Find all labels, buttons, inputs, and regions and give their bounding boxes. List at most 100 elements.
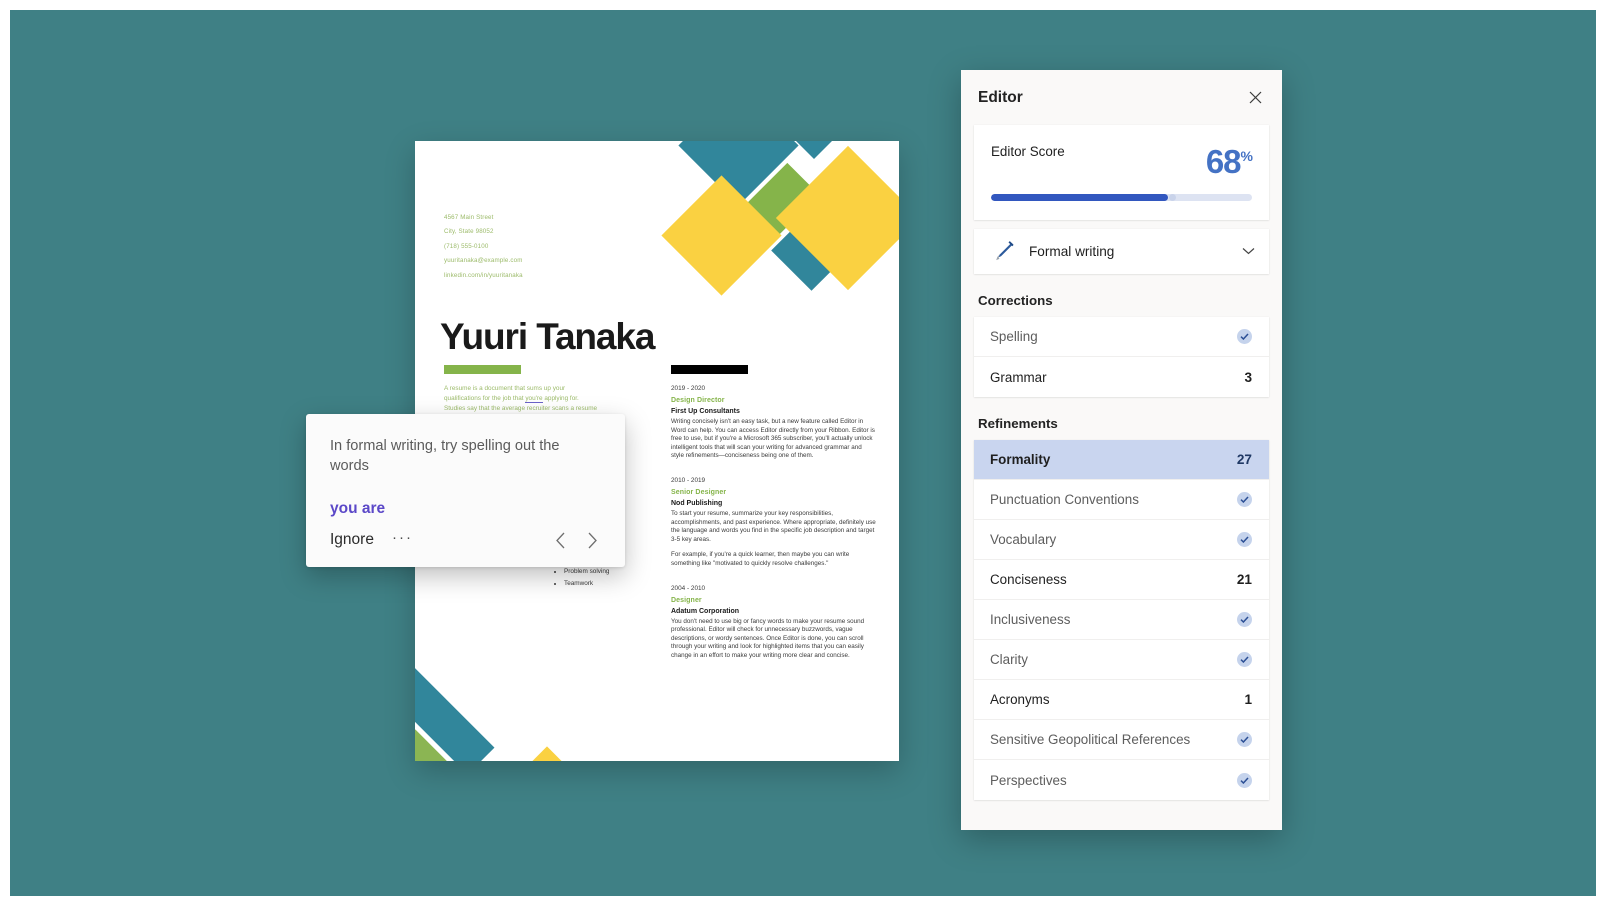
suggestion-card[interactable]: In formal writing, try spelling out the … xyxy=(306,414,625,567)
row-count: 27 xyxy=(1236,452,1252,467)
editor-header: Editor xyxy=(961,70,1282,125)
job-title: Senior Designer xyxy=(671,488,727,496)
refinement-row-punctuation-conventions[interactable]: Punctuation Conventions xyxy=(974,480,1269,520)
score-row: Editor Score 68% xyxy=(991,141,1253,180)
score-label: Editor Score xyxy=(991,144,1065,159)
job-body: To start your resume, summarize your key… xyxy=(671,510,876,569)
contact-line: 4567 Main Street xyxy=(444,214,494,221)
refinement-row-vocabulary[interactable]: Vocabulary xyxy=(974,520,1269,560)
job-company: First Up Consultants xyxy=(671,408,740,415)
list-item: Teamwork xyxy=(564,578,675,590)
summary-line-1: A resume is a document that sums up your xyxy=(444,385,566,392)
summary-line-2a: qualifications for the job that xyxy=(444,395,526,403)
summary-flagged-word[interactable]: you're xyxy=(525,395,543,404)
writing-style-selector[interactable]: Formal writing xyxy=(974,229,1269,274)
refinement-row-perspectives[interactable]: Perspectives xyxy=(974,760,1269,800)
refinement-row-conciseness[interactable]: Conciseness 21 xyxy=(974,560,1269,600)
job-title: Designer xyxy=(671,596,702,604)
contact-line: yuuritanaka@example.com xyxy=(444,257,523,265)
check-icon xyxy=(1237,329,1252,344)
correction-row-grammar[interactable]: Grammar 3 xyxy=(974,357,1269,397)
job-paragraph: Writing concisely isn't an easy task, bu… xyxy=(671,418,875,460)
resume-summary: A resume is a document that sums up your… xyxy=(444,384,649,414)
job-company: Adatum Corporation xyxy=(671,607,740,615)
list-item: Problem solving xyxy=(564,566,675,578)
job-paragraph: You don't need to use big or fancy words… xyxy=(671,617,865,659)
corrections-heading: Corrections xyxy=(978,293,1053,308)
refinement-row-formality[interactable]: Formality 27 xyxy=(974,440,1269,480)
writing-style-label: Formal writing xyxy=(1029,244,1115,259)
check-icon xyxy=(1237,532,1252,547)
suggestion-replacement[interactable]: you are xyxy=(330,500,601,518)
refinements-heading: Refinements xyxy=(978,416,1058,431)
ignore-button[interactable]: Ignore xyxy=(330,531,374,549)
score-progress-bar xyxy=(991,194,1252,201)
black-divider xyxy=(671,365,748,374)
refinement-row-sensitive-geopolitical-references[interactable]: Sensitive Geopolitical References xyxy=(974,720,1269,760)
chevron-left-icon[interactable] xyxy=(547,527,573,553)
correction-row-spelling[interactable]: Spelling xyxy=(974,317,1269,357)
job-dates: 2019 - 2020 xyxy=(671,385,706,392)
editor-pane[interactable]: Editor Editor Score 68% Formal writing C… xyxy=(961,70,1282,830)
app-canvas: 4567 Main Street City, State 98052 (718)… xyxy=(10,10,1596,896)
job-dates: 2004 - 2010 xyxy=(671,584,706,592)
row-label: Punctuation Conventions xyxy=(990,492,1139,507)
close-icon[interactable] xyxy=(1242,85,1268,111)
summary-line-3: Studies say that the average recruiter s… xyxy=(444,405,598,413)
chevron-right-icon[interactable] xyxy=(579,527,605,553)
score-unit: % xyxy=(1240,148,1253,164)
experience-entry: 2010 - 2019 Senior Designer Nod Publishi… xyxy=(671,475,876,569)
check-icon xyxy=(1237,732,1252,747)
row-label: Formality xyxy=(990,452,1051,467)
row-label: Acronyms xyxy=(990,692,1050,707)
contact-line: (718) 555-0100 xyxy=(444,242,489,250)
score-number: 68 xyxy=(1205,143,1242,180)
experience-entry: 2004 - 2010 Designer Adatum Corporation … xyxy=(671,583,876,661)
contact-line: City, State 98052 xyxy=(444,228,494,236)
refinements-list: Formality 27 Punctuation Conventions Voc… xyxy=(974,440,1269,800)
row-label: Conciseness xyxy=(990,572,1067,587)
row-count: 3 xyxy=(1244,369,1252,385)
corrections-list: Spelling Grammar 3 xyxy=(974,317,1269,397)
pen-icon xyxy=(990,239,1016,265)
job-body: You don't need to use big or fancy words… xyxy=(671,618,876,661)
row-count: 1 xyxy=(1244,692,1252,707)
contact-line: linkedin.com/in/yuuritanaka xyxy=(444,271,523,279)
score-value: 68% xyxy=(1205,141,1253,180)
row-label: Sensitive Geopolitical References xyxy=(990,732,1191,747)
panel-title: Editor xyxy=(978,88,1023,106)
check-icon xyxy=(1237,652,1252,667)
suggestion-message: In formal writing, try spelling out the … xyxy=(330,438,560,474)
row-label: Clarity xyxy=(990,652,1028,667)
score-progress-fill xyxy=(991,194,1169,201)
row-count: 21 xyxy=(1236,572,1252,587)
check-icon xyxy=(1237,772,1252,788)
more-options-button[interactable]: ··· xyxy=(392,529,413,551)
row-label: Inclusiveness xyxy=(990,612,1071,627)
job-paragraph: For example, if you're a quick learner, … xyxy=(671,551,850,567)
resume-name: Yuuri Tanaka xyxy=(440,316,655,357)
refinement-row-clarity[interactable]: Clarity xyxy=(974,640,1269,680)
chevron-down-icon[interactable] xyxy=(1242,246,1255,258)
experience-entry: 2019 - 2020 Design Director First Up Con… xyxy=(671,383,876,461)
row-label: Perspectives xyxy=(990,772,1067,788)
decor-diamond-yellow-bottom xyxy=(490,746,604,761)
suggestion-actions: Ignore ··· xyxy=(330,527,605,553)
job-dates: 2010 - 2019 xyxy=(671,476,706,484)
row-label: Vocabulary xyxy=(990,532,1057,547)
green-divider xyxy=(444,365,521,374)
skills-list: Problem solving Teamwork xyxy=(555,566,675,589)
check-icon xyxy=(1237,492,1252,507)
check-icon xyxy=(1237,612,1252,627)
contact-block: 4567 Main Street City, State 98052 (718)… xyxy=(444,211,523,283)
refinement-row-acronyms[interactable]: Acronyms 1 xyxy=(974,680,1269,720)
summary-line-2c: applying for. xyxy=(542,395,579,403)
row-label: Spelling xyxy=(990,329,1038,344)
job-company: Nod Publishing xyxy=(671,499,723,507)
refinement-row-inclusiveness[interactable]: Inclusiveness xyxy=(974,600,1269,640)
score-progress-knob xyxy=(1169,194,1177,201)
experience-list: 2019 - 2020 Design Director First Up Con… xyxy=(671,383,876,675)
job-paragraph: To start your resume, summarize your key… xyxy=(671,509,876,543)
job-title: Design Director xyxy=(671,397,725,404)
job-body: Writing concisely isn't an easy task, bu… xyxy=(671,418,876,461)
